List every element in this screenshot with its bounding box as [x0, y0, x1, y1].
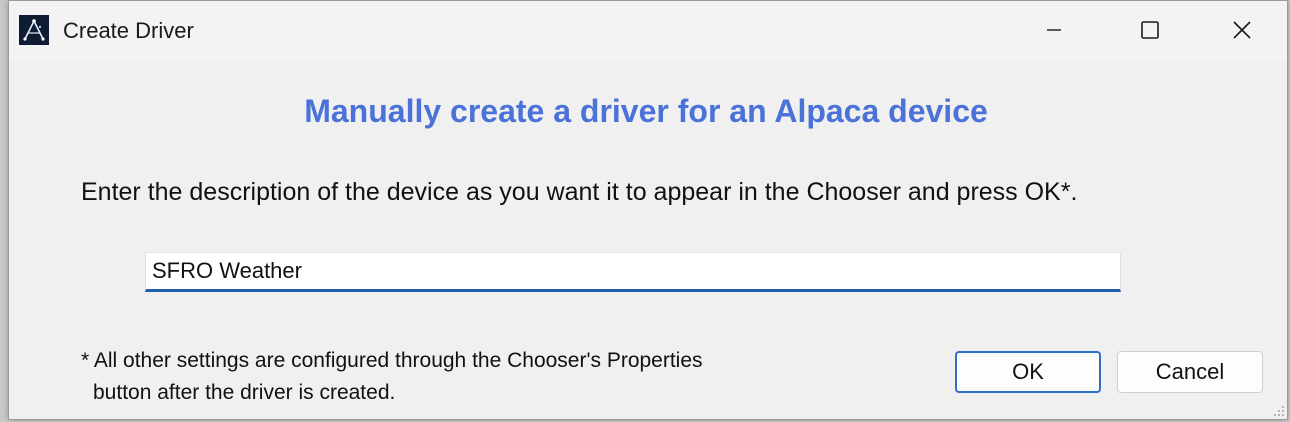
footnote: * All other settings are configured thro… — [81, 345, 703, 409]
resize-grip-icon[interactable] — [1271, 403, 1285, 417]
footnote-line-1: * All other settings are configured thro… — [81, 349, 703, 372]
footnote-line-2: button after the driver is created. — [93, 381, 396, 404]
maximize-button[interactable] — [1105, 1, 1195, 59]
maximize-icon — [1141, 21, 1159, 39]
close-button[interactable] — [1197, 1, 1287, 59]
minimize-icon — [1047, 29, 1061, 31]
close-icon — [1233, 21, 1251, 39]
ascom-app-icon — [19, 15, 49, 45]
create-driver-window: Create Driver Manually create a driver f… — [8, 0, 1288, 420]
device-description-input[interactable] — [145, 252, 1121, 292]
cancel-button[interactable]: Cancel — [1117, 351, 1263, 393]
title-bar[interactable]: Create Driver — [9, 1, 1287, 61]
ok-button[interactable]: OK — [955, 351, 1101, 393]
minimize-button[interactable] — [1009, 1, 1099, 59]
window-title: Create Driver — [63, 18, 194, 43]
dialog-heading: Manually create a driver for an Alpaca d… — [304, 93, 988, 129]
instruction-text: Enter the description of the device as y… — [81, 178, 1078, 206]
